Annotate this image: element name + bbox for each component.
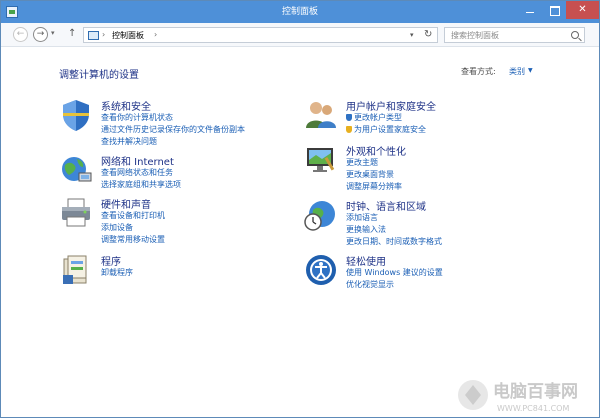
category-link[interactable]: 查看网络状态和任务 — [101, 167, 173, 178]
ease-of-access-icon[interactable] — [304, 253, 338, 287]
view-by-chevron-down-icon[interactable]: ▼ — [528, 67, 533, 74]
forward-arrow-icon[interactable]: → — [33, 27, 48, 42]
monitor-paintbrush-icon[interactable] — [304, 143, 338, 177]
view-by-label: 查看方式: — [461, 67, 496, 76]
category-link[interactable]: 更改帐户类型 — [346, 112, 402, 123]
category-link[interactable]: 优化视觉显示 — [346, 279, 394, 290]
control-panel-window: 控制面板 ✕ ← → ▾ ↑ › 控制面板 › ▾ ↻ 搜索控制面板 调整计算机… — [0, 0, 600, 418]
category-link[interactable]: 调整屏幕分辨率 — [346, 181, 402, 192]
category-link[interactable]: 更换输入法 — [346, 224, 386, 235]
main-content: 调整计算机的设置 查看方式: 类别 ▼ 系统和安全 查看你的计算机状态 通过文件… — [1, 48, 599, 417]
page-title: 调整计算机的设置 — [59, 70, 139, 81]
category-title[interactable]: 外观和个性化 — [346, 143, 406, 158]
category-title[interactable]: 轻松使用 — [346, 253, 386, 268]
search-icon[interactable] — [571, 31, 579, 39]
watermark-logo: 电脑百事网 WWW.PC841.COM — [458, 380, 578, 413]
navigation-bar: ← → ▾ ↑ › 控制面板 › ▾ ↻ 搜索控制面板 — [1, 23, 599, 47]
category-title[interactable]: 系统和安全 — [101, 98, 151, 113]
search-input[interactable]: 搜索控制面板 — [444, 27, 585, 43]
category-link[interactable]: 使用 Windows 建议的设置 — [346, 267, 443, 278]
category-link[interactable]: 查找并解决问题 — [101, 136, 157, 147]
breadcrumb-control-panel[interactable]: 控制面板 — [112, 30, 144, 41]
address-bar[interactable]: › 控制面板 › ▾ ↻ — [83, 27, 438, 43]
category-link[interactable]: 更改主题 — [346, 157, 378, 168]
watermark-brand: 电脑百事网 — [493, 381, 578, 402]
maximize-button[interactable] — [542, 1, 566, 19]
uac-shield-icon — [346, 114, 352, 121]
category-link[interactable]: 查看设备和打印机 — [101, 210, 165, 221]
breadcrumb-chevron-right-icon[interactable]: › — [102, 30, 105, 39]
title-bar[interactable]: 控制面板 ✕ — [1, 1, 599, 23]
recent-pages-chevron-down-icon[interactable]: ▾ — [51, 29, 55, 37]
category-title[interactable]: 用户帐户和家庭安全 — [346, 98, 436, 113]
shield-icon[interactable] — [59, 98, 93, 132]
view-by-dropdown[interactable]: 类别 — [509, 66, 525, 77]
category-title[interactable]: 程序 — [101, 253, 121, 268]
category-link-text: 为用户设置家庭安全 — [354, 125, 426, 134]
uac-shield-icon — [346, 126, 352, 133]
category-link[interactable]: 更改日期、时间或数字格式 — [346, 236, 442, 247]
printer-icon[interactable] — [59, 196, 93, 230]
breadcrumb-end-chevron-right-icon[interactable]: › — [154, 30, 157, 39]
close-button[interactable]: ✕ — [566, 1, 599, 19]
programs-icon[interactable] — [59, 253, 93, 287]
category-title[interactable]: 网络和 Internet — [101, 153, 174, 168]
refresh-icon[interactable]: ↻ — [424, 29, 432, 40]
category-link[interactable]: 为用户设置家庭安全 — [346, 124, 426, 135]
watermark-url: WWW.PC841.COM — [497, 404, 569, 413]
search-placeholder: 搜索控制面板 — [451, 31, 499, 40]
category-link[interactable]: 卸载程序 — [101, 267, 133, 278]
category-link-text: 更改帐户类型 — [354, 113, 402, 122]
category-link[interactable]: 通过文件历史记录保存你的文件备份副本 — [101, 124, 245, 135]
category-link[interactable]: 更改桌面背景 — [346, 169, 394, 180]
globe-network-icon[interactable] — [59, 153, 93, 187]
clock-globe-icon[interactable] — [304, 198, 338, 232]
category-title[interactable]: 时钟、语言和区域 — [346, 198, 426, 213]
minimize-button[interactable] — [518, 1, 542, 19]
window-title: 控制面板 — [281, 7, 318, 17]
category-link[interactable]: 选择家庭组和共享选项 — [101, 179, 181, 190]
category-title[interactable]: 硬件和声音 — [101, 196, 151, 211]
back-arrow-icon[interactable]: ← — [13, 27, 28, 42]
control-panel-location-icon — [88, 31, 99, 40]
category-link[interactable]: 调整常用移动设置 — [101, 234, 165, 245]
category-link[interactable]: 添加语言 — [346, 212, 378, 223]
users-icon[interactable] — [304, 98, 338, 132]
address-history-chevron-down-icon[interactable]: ▾ — [410, 31, 414, 39]
category-link[interactable]: 查看你的计算机状态 — [101, 112, 173, 123]
category-link[interactable]: 添加设备 — [101, 222, 133, 233]
up-arrow-icon[interactable]: ↑ — [68, 28, 76, 39]
